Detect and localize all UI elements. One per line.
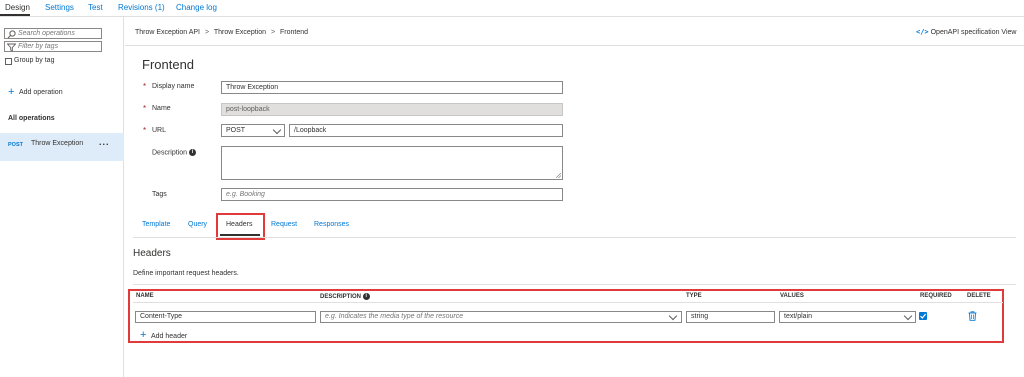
chevron-down-icon — [272, 125, 282, 135]
breadcrumb-separator: > — [204, 29, 210, 36]
column-header-type: TYPE — [686, 293, 702, 299]
column-header-required: REQUIRED — [920, 293, 952, 299]
add-icon: + — [8, 86, 15, 98]
chevron-down-icon — [668, 312, 678, 321]
checkmark-icon — [920, 313, 927, 319]
display-name-label: Display name — [152, 83, 195, 90]
name-field: post-loopback — [221, 103, 563, 116]
description-label: Description i — [152, 149, 196, 156]
headers-description: Define important request headers. — [133, 270, 239, 277]
tab-responses[interactable]: Responses — [314, 221, 349, 228]
headers-section-title: Headers — [133, 248, 171, 259]
breadcrumb-item-operation[interactable]: Throw Exception — [214, 29, 266, 36]
description-label-text: Description — [152, 149, 188, 157]
header-values-field[interactable]: text/plain — [779, 311, 916, 323]
description-textarea[interactable] — [221, 146, 563, 180]
column-header-description: DESCRIPTION i — [320, 293, 370, 300]
filter-icon — [7, 43, 16, 52]
required-checkbox[interactable] — [919, 312, 927, 320]
more-options-button[interactable]: ... — [99, 137, 110, 147]
code-icon: </> — [916, 28, 929, 36]
openapi-spec-view-button[interactable]: </> OpenAPI specification View — [916, 28, 1016, 36]
tabs-divider — [133, 237, 1016, 238]
top-tab-bar: Design Settings Test Revisions (1) Chang… — [0, 0, 1024, 17]
tab-test[interactable]: Test — [88, 3, 103, 12]
column-header-delete: DELETE — [967, 293, 991, 299]
search-operations-input[interactable]: Search operations — [4, 28, 102, 39]
search-icon — [7, 30, 16, 39]
info-icon: i — [188, 149, 196, 156]
add-icon: + — [140, 329, 147, 341]
name-label: Name — [152, 105, 171, 112]
info-icon: i — [362, 293, 370, 300]
active-tab-underline — [0, 14, 30, 16]
resize-handle-icon[interactable] — [556, 173, 561, 178]
tab-request[interactable]: Request — [271, 221, 297, 228]
table-header-divider — [133, 302, 1003, 303]
required-marker: * — [143, 126, 147, 135]
trash-icon[interactable] — [968, 311, 977, 321]
operation-name: Throw Exception — [31, 140, 84, 147]
url-method-value: POST — [226, 127, 246, 134]
tags-label: Tags — [152, 191, 167, 198]
chevron-down-icon — [903, 312, 913, 321]
operation-list-item[interactable]: POST Throw Exception ... — [0, 133, 124, 161]
tab-template[interactable]: Template — [142, 221, 170, 228]
breadcrumb-item-frontend: Frontend — [280, 29, 309, 36]
column-header-values: VALUES — [780, 293, 804, 299]
column-header-description-text: DESCRIPTION — [320, 294, 362, 301]
all-operations-heading[interactable]: All operations — [8, 115, 55, 122]
header-values-text: text/plain — [784, 313, 813, 320]
column-header-name: NAME — [136, 293, 154, 299]
add-header-button[interactable]: Add header — [151, 333, 187, 340]
openapi-label: OpenAPI specification View — [930, 29, 1017, 36]
display-name-field[interactable]: Throw Exception — [221, 81, 563, 94]
required-marker: * — [143, 82, 147, 91]
filter-placeholder: Filter by tags — [18, 43, 59, 50]
search-placeholder: Search operations — [18, 30, 75, 37]
tab-revisions[interactable]: Revisions (1) — [118, 3, 165, 12]
tab-design[interactable]: Design — [5, 3, 30, 12]
breadcrumb: Throw Exception API > Throw Exception > … — [135, 29, 308, 36]
required-marker: * — [143, 104, 147, 113]
section-divider — [133, 284, 1016, 285]
header-name-field[interactable]: Content-Type — [135, 311, 316, 323]
breadcrumb-separator: > — [270, 29, 276, 36]
group-by-tag-label: Group by tag — [14, 57, 55, 64]
header-description-placeholder: e.g. Indicates the media type of the res… — [325, 313, 464, 320]
headers-tab-highlight — [216, 213, 265, 240]
header-type-field[interactable]: string — [686, 311, 775, 323]
url-method-select[interactable]: POST — [221, 124, 285, 137]
url-path-field[interactable]: /Loopback — [289, 124, 563, 137]
url-label: URL — [152, 127, 167, 134]
filter-by-tags-input[interactable]: Filter by tags — [4, 41, 102, 52]
method-badge: POST — [8, 142, 23, 148]
tab-query[interactable]: Query — [188, 221, 207, 228]
add-operation-link[interactable]: Add operation — [19, 89, 63, 96]
group-by-tag-checkbox[interactable] — [5, 58, 12, 65]
breadcrumb-item-api[interactable]: Throw Exception API — [135, 29, 200, 36]
tab-settings[interactable]: Settings — [45, 3, 74, 12]
tags-input[interactable]: e.g. Booking — [221, 188, 563, 201]
header-divider — [125, 45, 1024, 46]
page-title: Frontend — [142, 57, 195, 72]
header-description-field[interactable]: e.g. Indicates the media type of the res… — [320, 311, 682, 323]
operations-sidebar: Search operations Filter by tags Group b… — [0, 17, 124, 377]
tab-change-log[interactable]: Change log — [176, 3, 217, 12]
